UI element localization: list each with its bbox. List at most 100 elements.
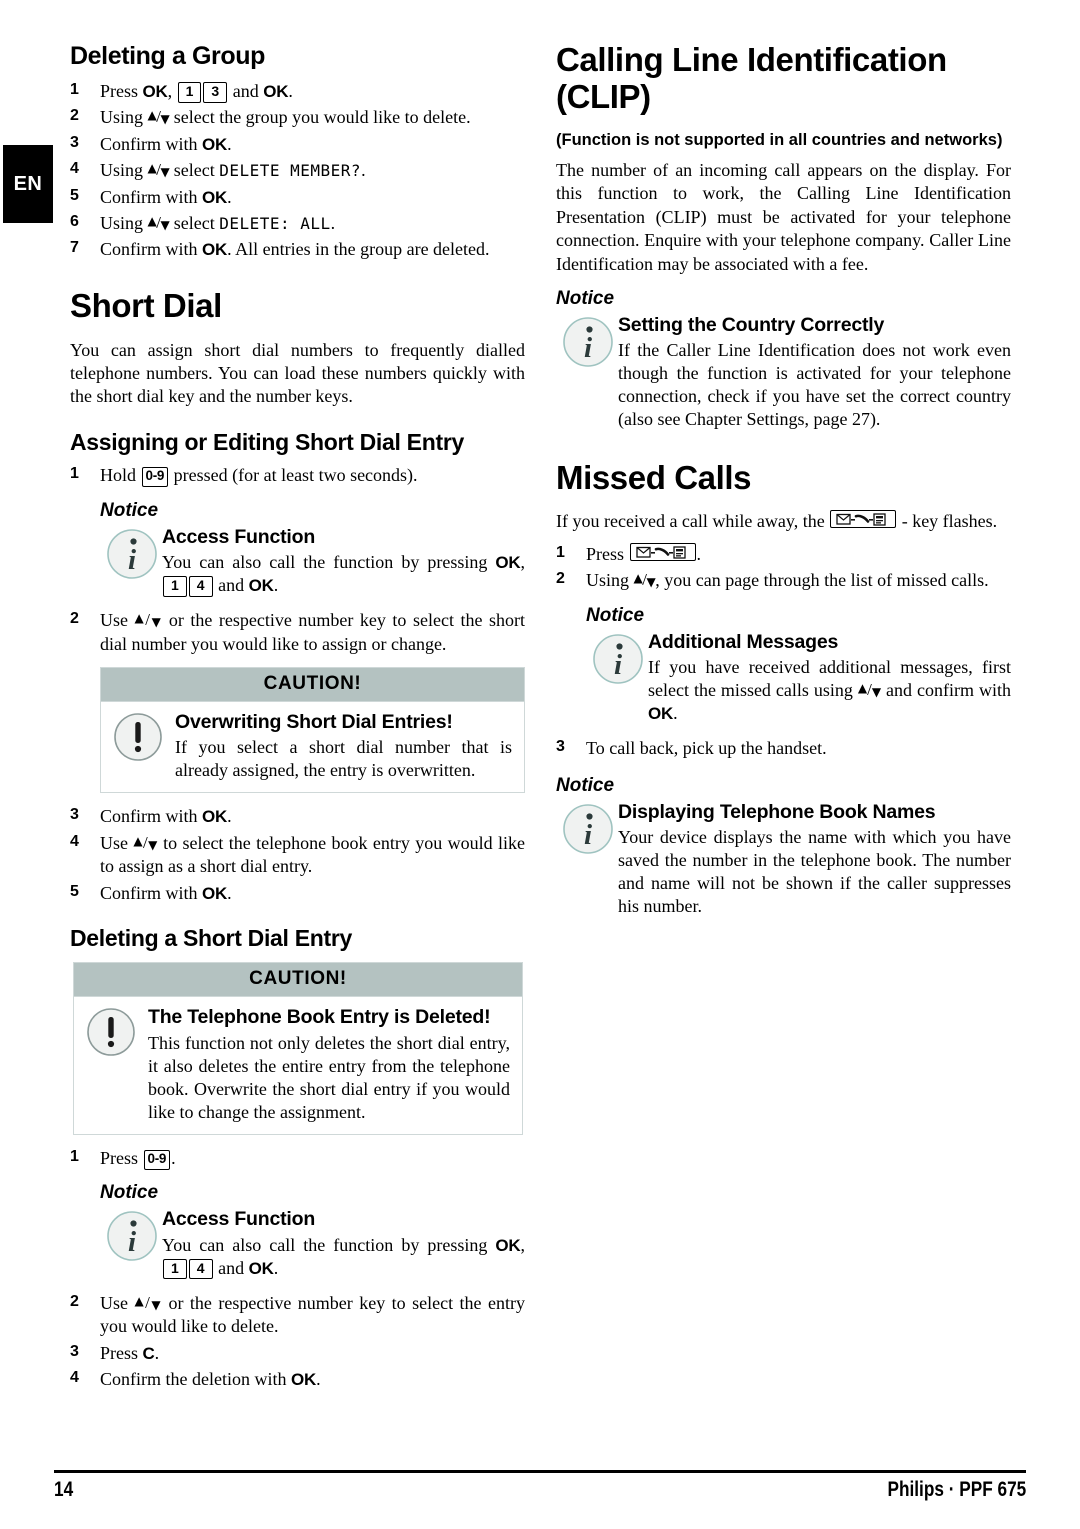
notice-access-function-2: i Access Function You can also call the …: [70, 1208, 525, 1280]
key-0-9: 0-9: [141, 467, 169, 488]
step-item: 6 Using ▲/▼ select DELETE: ALL.: [70, 212, 336, 233]
key-1: 1: [163, 1258, 187, 1280]
right-column: Calling Line Identification (CLIP) (Func…: [556, 41, 1011, 930]
notice-title: Displaying Telephone Book Names: [618, 800, 936, 823]
ok-key-label: OK: [202, 240, 228, 260]
notice-text-a: You can also call the function by pressi…: [162, 552, 496, 573]
notice-text-b: ,: [520, 552, 526, 573]
notice-text: You can also call the function by pressi…: [162, 1234, 525, 1280]
notice-text: If the Caller Line Identification does n…: [618, 340, 1011, 430]
step-number: 4: [70, 832, 79, 850]
caution-overwriting-short-dial-entries: CAUTION! Overwriting Short Dial Entries!…: [100, 666, 525, 794]
heading-missed-calls: Missed Calls: [556, 458, 752, 496]
notice-label: Notice: [556, 287, 615, 309]
ok-key-label: OK: [495, 553, 521, 573]
ok-key-label: OK: [248, 576, 274, 596]
notice-label: Notice: [556, 774, 615, 796]
svg-text:i: i: [128, 544, 136, 576]
step-number: 6: [70, 212, 79, 230]
ok-key-label: OK: [202, 883, 228, 903]
step-text: or the respective number key to select t…: [100, 610, 525, 654]
heading-assigning-or-editing-short-dial-entry: Assigning or Editing Short Dial Entry: [70, 428, 464, 455]
info-icon: i: [562, 803, 614, 855]
heading-calling-line-identification: Calling Line Identification (CLIP): [556, 41, 947, 115]
ok-key-label: OK: [495, 1235, 521, 1255]
step-number: 2: [70, 610, 79, 628]
step-number: 1: [556, 543, 565, 561]
updown-arrows-icon: ▲/▼: [147, 107, 170, 127]
heading-short-dial: Short Dial: [70, 286, 222, 324]
step-text: , you can page through the list of misse…: [655, 570, 989, 591]
step-number: 5: [70, 882, 79, 900]
intro-text-b: - key flashes.: [897, 511, 998, 532]
steps-deleting-entry-cont: 2 Use ▲/▼ or the respective number key to…: [70, 1292, 525, 1392]
step-item: 3 Confirm with OK.: [70, 133, 232, 154]
heading-deleting-a-group: Deleting a Group: [70, 42, 266, 70]
caution-title: The Telephone Book Entry is Deleted!: [148, 1006, 491, 1029]
step-text: Use: [100, 832, 134, 853]
key-1: 1: [177, 82, 202, 103]
step-number: 3: [70, 806, 79, 824]
steps-deleting-entry: 1 Press 0-9.: [70, 1147, 525, 1170]
key-0-9: 0-9: [143, 1149, 171, 1170]
caution-body: The Telephone Book Entry is Deleted! Thi…: [74, 997, 522, 1134]
notice-text-d: .: [273, 1257, 279, 1278]
caution-title: Overwriting Short Dial Entries!: [175, 710, 453, 733]
ok-key-label: OK: [142, 82, 168, 101]
step-text: Press: [100, 1147, 143, 1168]
intro-text-a: If you received a call while away, the: [556, 511, 830, 532]
ok-key-label: OK: [202, 187, 228, 207]
svg-text:i: i: [584, 332, 592, 364]
notice-title: Access Function: [162, 1208, 316, 1231]
updown-arrows-icon: ▲/▼: [134, 1292, 163, 1312]
ok-key-label: OK: [202, 807, 228, 827]
lcd-text: DELETE MEMBER?: [219, 161, 362, 181]
step-text: pressed (for at least two seconds).: [169, 465, 418, 486]
step-text: to select the telephone book entry you w…: [100, 832, 525, 877]
svg-text:i: i: [128, 1226, 136, 1258]
document-page: EN Deleting a Group 1 Press OK, 13 and OK…: [0, 0, 1080, 1529]
notice-text-c: .: [673, 703, 678, 724]
updown-arrows-icon: ▲/▼: [147, 160, 170, 180]
exclamation-icon: [86, 1007, 136, 1057]
step-text: .: [227, 806, 232, 827]
svg-text:i: i: [614, 649, 622, 681]
info-icon: i: [106, 528, 158, 580]
updown-arrows-icon: ▲/▼: [147, 212, 170, 232]
caution-text: This function not only deletes the short…: [148, 1032, 510, 1122]
step-item: 5 Confirm with OK.: [70, 882, 525, 905]
step-number: 3: [70, 1342, 79, 1360]
page-number: 14: [54, 1478, 74, 1501]
key-4: 4: [188, 1258, 213, 1280]
step-text: Confirm the deletion with: [100, 1368, 291, 1389]
step-item: 3 To call back, pick up the handset.: [556, 737, 1011, 760]
step-number: 7: [70, 239, 79, 257]
step-text: To call back, pick up the handset.: [586, 738, 827, 759]
step-number: 1: [70, 465, 79, 483]
notice-text-b: ,: [520, 1234, 526, 1255]
step-item: 2 Using ▲/▼, you can page through the lis…: [556, 569, 1011, 592]
ok-key-label: OK: [248, 1258, 274, 1278]
step-number: 4: [70, 1368, 79, 1386]
ok-key-label: OK: [290, 1369, 317, 1389]
notice-setting-the-country-correctly: i Setting the Country Correctly If the C…: [556, 314, 1011, 432]
notice-text-c: and: [213, 1257, 249, 1278]
step-item: 1 Hold 0-9 pressed (for at least two seco…: [70, 464, 525, 488]
step-number: 2: [70, 1292, 79, 1310]
heading-deleting-a-short-dial-entry: Deleting a Short Dial Entry: [70, 924, 353, 951]
exclamation-icon: [113, 712, 163, 762]
step-number: 3: [70, 133, 79, 151]
caution-body: Overwriting Short Dial Entries! If you s…: [101, 702, 524, 792]
step-text: .: [154, 1342, 160, 1363]
left-column: Deleting a Group 1 Press OK, 1 3 and OK. 2…: [70, 42, 525, 1394]
updown-arrows-icon: ▲/▼: [633, 570, 656, 590]
notice-label: Notice: [100, 1182, 159, 1204]
step-number: 1: [70, 1147, 79, 1165]
clip-subnote: (Function is not supported in all countr…: [556, 130, 1003, 149]
step-text: or the respective number key to select t…: [100, 1292, 525, 1337]
notice-title: Additional Messages: [648, 630, 839, 653]
steps-assigning: 1 Hold 0-9 pressed (for at least two seco…: [70, 464, 525, 488]
updown-arrows-icon: ▲/▼: [857, 680, 882, 700]
step-text: .: [227, 882, 232, 903]
notice-additional-messages: i Additional Messages If you have receiv…: [556, 631, 1011, 725]
